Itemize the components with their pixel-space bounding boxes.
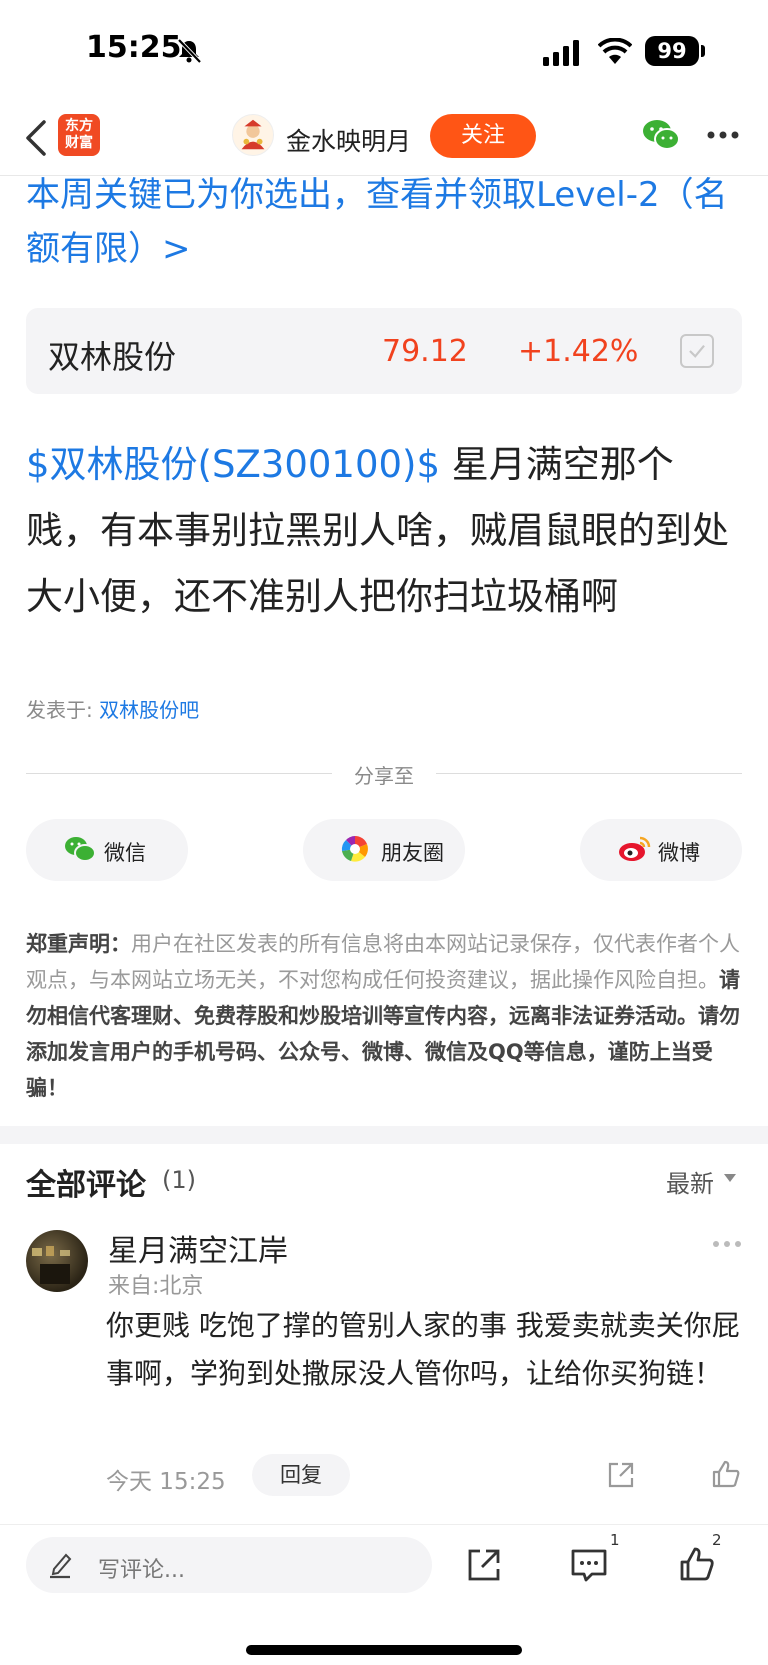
level2-promo-link[interactable]: 本周关键已为你选出，查看并领取Level-2（名额有限）> bbox=[26, 168, 746, 276]
comment-time: 今天 15:25 bbox=[106, 1469, 226, 1495]
avatar-photo bbox=[32, 1246, 70, 1284]
share-divider-left bbox=[26, 773, 332, 774]
comments-title: 全部评论 bbox=[26, 1168, 146, 1203]
comments-count: (1) bbox=[162, 1166, 196, 1194]
post-content: $双林股份(SZ300100)$ 星月满空那个贱，有本事别拉黑别人啥，贼眉鼠眼的… bbox=[26, 432, 746, 630]
wifi-icon bbox=[598, 38, 632, 64]
comment-share-icon[interactable] bbox=[606, 1460, 636, 1490]
share-weibo-button[interactable]: 微博 bbox=[580, 819, 742, 881]
commenter-name[interactable]: 星月满空江岸 bbox=[108, 1226, 288, 1270]
share-divider-right bbox=[436, 773, 742, 774]
pencil-icon bbox=[50, 1553, 72, 1579]
write-comment-input[interactable]: 写评论... bbox=[26, 1537, 432, 1593]
app-logo[interactable]: 东方 财富 bbox=[58, 114, 100, 156]
top-nav-bar: 东方 财富 金水映明月 关注 bbox=[0, 100, 768, 176]
reply-button[interactable]: 回复 bbox=[252, 1454, 350, 1496]
share-wechat-button[interactable]: 微信 bbox=[26, 819, 188, 881]
stock-change: +1.42% bbox=[518, 334, 639, 369]
comment-like-icon[interactable] bbox=[710, 1458, 742, 1490]
comment-text: 你更贱 吃饱了撑的管别人家的事 我爱卖就卖关你屁事啊，学狗到处撒尿没人管你吗，让… bbox=[106, 1309, 740, 1390]
disclaimer-title: 郑重声明： bbox=[26, 932, 131, 956]
stock-name: 双林股份 bbox=[48, 338, 177, 376]
app-logo-line2: 财富 bbox=[65, 135, 93, 151]
sort-dropdown[interactable]: 最新 bbox=[666, 1164, 714, 1199]
disclaimer-text: 用户在社区发表的所有信息将由本网站记录保存，仅代表作者个人观点，与本网站立场无关… bbox=[26, 932, 740, 992]
back-arrow-icon[interactable] bbox=[24, 118, 48, 158]
home-indicator bbox=[246, 1645, 522, 1655]
stock-quote-card[interactable]: 双林股份 79.12 +1.42% bbox=[26, 308, 742, 394]
comment-count-badge: 1 bbox=[610, 1531, 620, 1549]
moments-aperture-icon bbox=[341, 836, 368, 862]
battery-level: 99 bbox=[645, 36, 699, 66]
write-comment-placeholder: 写评论... bbox=[98, 1558, 185, 1583]
share-moments-label: 朋友圈 bbox=[381, 841, 444, 865]
share-title: 分享至 bbox=[354, 764, 414, 788]
caret-down-icon[interactable] bbox=[724, 1174, 736, 1182]
author-avatar[interactable] bbox=[232, 114, 274, 156]
wechat-share-icon[interactable] bbox=[642, 118, 680, 152]
cellular-signal-icon bbox=[543, 40, 579, 66]
share-moments-button[interactable]: 朋友圈 bbox=[303, 819, 465, 881]
bottom-action-bar: 写评论... 1 2 bbox=[0, 1524, 768, 1665]
commenter-location: 来自:北京 bbox=[108, 1274, 204, 1299]
like-count-badge: 2 bbox=[712, 1531, 722, 1549]
status-bar: 15:25 99 bbox=[0, 0, 768, 100]
follow-button[interactable]: 关注 bbox=[430, 114, 536, 158]
watchlist-check-icon[interactable] bbox=[680, 334, 714, 368]
author-name[interactable]: 金水映明月 bbox=[286, 122, 411, 158]
posted-in: 发表于: 双林股份吧 bbox=[26, 694, 199, 723]
posted-in-label: 发表于: bbox=[26, 698, 93, 722]
app-logo-line1: 东方 bbox=[65, 118, 93, 134]
wechat-icon bbox=[65, 837, 96, 862]
status-time: 15:25 bbox=[86, 30, 182, 65]
forum-link[interactable]: 双林股份吧 bbox=[99, 698, 199, 722]
more-options-icon[interactable] bbox=[706, 130, 740, 140]
weibo-icon bbox=[619, 836, 651, 861]
commenter-avatar[interactable] bbox=[26, 1230, 88, 1292]
section-divider bbox=[0, 1126, 768, 1144]
comment-icon[interactable] bbox=[570, 1547, 608, 1583]
share-weibo-label: 微博 bbox=[658, 841, 700, 865]
stock-price: 79.12 bbox=[382, 334, 468, 369]
like-icon[interactable] bbox=[678, 1545, 716, 1583]
stock-tag-link[interactable]: $双林股份(SZ300100)$ bbox=[26, 443, 440, 486]
share-icon[interactable] bbox=[466, 1547, 502, 1583]
comment-more-icon[interactable] bbox=[712, 1240, 742, 1248]
battery-tip bbox=[701, 45, 705, 57]
disclaimer: 郑重声明：用户在社区发表的所有信息将由本网站记录保存，仅代表作者个人观点，与本网… bbox=[26, 926, 746, 1106]
bell-muted-icon bbox=[177, 38, 202, 64]
share-wechat-label: 微信 bbox=[104, 841, 146, 865]
